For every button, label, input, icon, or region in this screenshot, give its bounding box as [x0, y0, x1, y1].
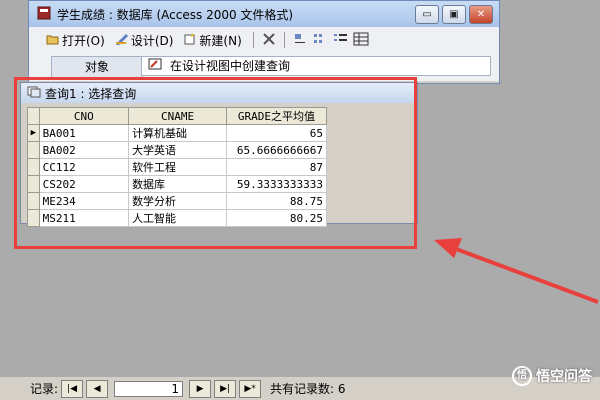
table-cell-cname[interactable]: 数据库 — [128, 175, 227, 193]
row-selector[interactable] — [27, 209, 40, 227]
total-records-label: 共有记录数: 6 — [270, 382, 346, 396]
record-label: 记录: — [30, 382, 59, 396]
row-selector[interactable] — [27, 158, 40, 176]
open-button-label: 打开(O) — [62, 33, 105, 48]
create-query-in-design-view-item[interactable]: 在设计视图中创建查询 — [141, 56, 491, 76]
database-window-titlebar[interactable]: 学生成绩 : 数据库 (Access 2000 文件格式) ▭ ▣ ✕ — [29, 1, 499, 27]
open-button[interactable]: 打开(O) — [43, 31, 108, 50]
small-icons-view-icon[interactable] — [313, 32, 329, 49]
database-window-title: 学生成绩 : 数据库 (Access 2000 文件格式) — [57, 7, 294, 22]
record-navigation-bar: 记录: |◀ ◀ 1 ▶ ▶| ▶* 共有记录数: 6 — [0, 377, 600, 400]
details-view-icon[interactable] — [353, 32, 369, 49]
query-datasheet: CNO CNAME GRADE之平均值 ▶ BA001 计算机基础 65 BA0… — [27, 107, 328, 227]
last-record-button[interactable]: ▶| — [214, 379, 237, 398]
table-cell-grade-avg[interactable]: 65 — [225, 124, 328, 142]
watermark-text: 悟空问答 — [536, 369, 592, 385]
new-record-button[interactable]: ▶* — [239, 379, 262, 398]
row-selector[interactable] — [27, 192, 40, 210]
select-query-icon — [27, 86, 41, 101]
table-row: MS211 人工智能 80.25 — [27, 209, 328, 227]
maximize-button[interactable]: ▣ — [442, 5, 466, 24]
row-selector[interactable] — [27, 175, 40, 193]
database-icon — [37, 6, 51, 23]
toolbar-separator — [252, 32, 254, 48]
create-query-in-design-view-label: 在设计视图中创建查询 — [170, 59, 291, 73]
query-design-icon — [148, 56, 162, 76]
next-record-button[interactable]: ▶ — [189, 379, 212, 398]
design-ruler-icon — [115, 33, 129, 48]
column-header-grade-avg[interactable]: GRADE之平均值 — [225, 107, 328, 125]
new-button-label: 新建(N) — [199, 33, 242, 48]
design-button-label: 设计(D) — [130, 33, 174, 48]
table-row: BA002 大学英语 65.6666666667 — [27, 141, 328, 159]
query-window-title: 查询1 : 选择查询 — [45, 86, 137, 101]
row-selector[interactable] — [27, 141, 40, 159]
objects-panel: 对象 在设计视图中创建查询 — [29, 53, 499, 81]
database-toolbar: 打开(O) 设计(D) 新建(N) — [29, 27, 499, 53]
table-cell-cname[interactable]: 计算机基础 — [128, 124, 227, 142]
wukong-logo-icon: 悟 — [512, 366, 532, 386]
table-row: CS202 数据库 59.3333333333 — [27, 175, 328, 193]
toolbar-separator — [283, 32, 285, 48]
table-row: CC112 软件工程 87 — [27, 158, 328, 176]
table-cell-grade-avg[interactable]: 87 — [225, 158, 328, 176]
table-cell-cname[interactable]: 人工智能 — [128, 209, 227, 227]
list-view-icon[interactable] — [333, 32, 349, 49]
table-cell-grade-avg[interactable]: 59.3333333333 — [225, 175, 328, 193]
row-selector-header[interactable] — [27, 107, 40, 125]
table-row: ▶ BA001 计算机基础 65 — [27, 124, 328, 142]
table-cell-cname[interactable]: 软件工程 — [128, 158, 227, 176]
delete-icon[interactable] — [262, 32, 276, 49]
table-cell-grade-avg[interactable]: 80.25 — [225, 209, 328, 227]
table-cell-cno[interactable]: BA002 — [38, 141, 130, 159]
previous-record-button[interactable]: ◀ — [86, 379, 109, 398]
design-button[interactable]: 设计(D) — [112, 31, 177, 50]
table-cell-cno[interactable]: CC112 — [38, 158, 130, 176]
table-cell-cno[interactable]: CS202 — [38, 175, 130, 193]
objects-header[interactable]: 对象 — [51, 56, 143, 78]
close-button[interactable]: ✕ — [469, 5, 493, 24]
current-record-indicator-icon[interactable]: ▶ — [27, 124, 40, 142]
column-header-cname[interactable]: CNAME — [128, 107, 227, 125]
table-cell-cno[interactable]: MS211 — [38, 209, 130, 227]
column-header-cno[interactable]: CNO — [38, 107, 130, 125]
database-window: 学生成绩 : 数据库 (Access 2000 文件格式) ▭ ▣ ✕ 打开(O… — [28, 0, 500, 84]
first-record-button[interactable]: |◀ — [61, 379, 84, 398]
table-row: ME234 数学分析 88.75 — [27, 192, 328, 210]
table-cell-cno[interactable]: ME234 — [38, 192, 130, 210]
open-folder-icon — [46, 33, 60, 48]
query-window-titlebar[interactable]: 查询1 : 选择查询 — [21, 83, 417, 103]
query-window: 查询1 : 选择查询 CNO CNAME GRADE之平均值 ▶ BA001 计… — [20, 82, 418, 227]
selected-cell-text: BA001 — [42, 126, 76, 140]
minimize-button[interactable]: ▭ — [415, 5, 439, 24]
table-cell-cname[interactable]: 数学分析 — [128, 192, 227, 210]
current-record-input[interactable]: 1 — [114, 380, 184, 397]
table-cell-grade-avg[interactable]: 65.6666666667 — [225, 141, 328, 159]
new-button[interactable]: 新建(N) — [180, 31, 244, 50]
wukong-watermark: 悟 悟空问答 — [512, 366, 592, 386]
annotation-arrow-icon — [434, 238, 599, 304]
table-cell-cname[interactable]: 大学英语 — [128, 141, 227, 159]
table-cell-grade-avg[interactable]: 88.75 — [225, 192, 328, 210]
new-object-icon — [183, 32, 197, 48]
large-icons-view-icon[interactable] — [293, 32, 309, 49]
table-cell-cno[interactable]: BA001 — [38, 124, 130, 142]
